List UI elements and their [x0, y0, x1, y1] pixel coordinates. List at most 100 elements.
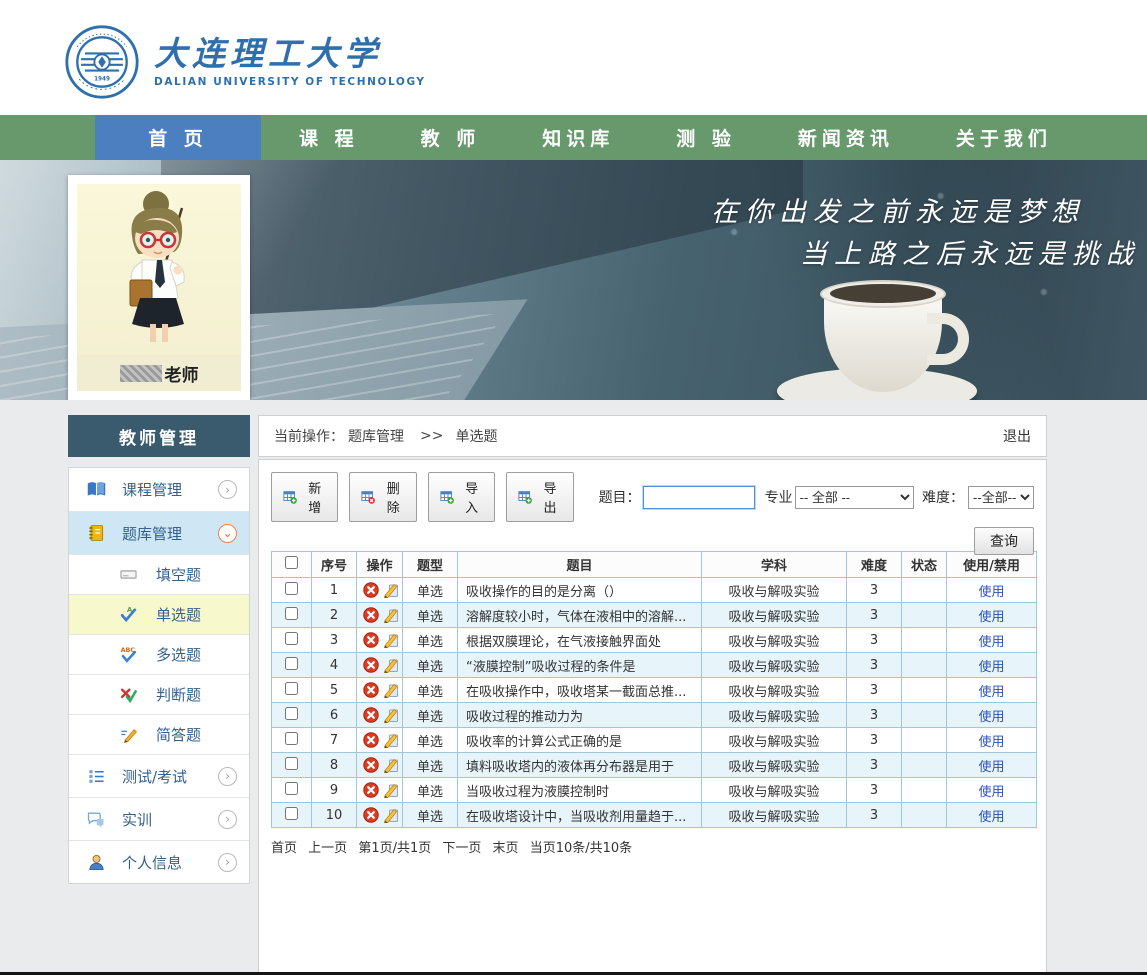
row-checkbox[interactable]	[285, 782, 298, 795]
row-usage-link[interactable]: 使用	[978, 760, 1004, 775]
edit-row-icon[interactable]	[383, 707, 399, 723]
row-checkbox[interactable]	[285, 657, 298, 670]
edit-row-icon[interactable]	[383, 782, 399, 798]
delete-row-icon[interactable]	[363, 757, 379, 773]
row-subject: 吸收与解吸实验	[702, 753, 847, 778]
row-usage-link[interactable]: 使用	[978, 735, 1004, 750]
pagination-prev[interactable]: 上一页	[308, 841, 347, 856]
sidebar-item-fill-blank[interactable]: 填空题	[69, 554, 249, 594]
pagination-first[interactable]: 首页	[271, 841, 297, 856]
row-checkbox[interactable]	[285, 582, 298, 595]
row-operations	[357, 728, 403, 753]
import-table-icon	[440, 489, 454, 505]
sidebar-item-short-answer[interactable]: 简答题	[69, 714, 249, 754]
row-usage-link[interactable]: 使用	[978, 635, 1004, 650]
sidebar-item-multi-choice[interactable]: ABC 多选题	[69, 634, 249, 674]
delete-row-icon[interactable]	[363, 707, 379, 723]
logout-button[interactable]: 退出	[1003, 426, 1031, 446]
delete-button[interactable]: 删除	[349, 472, 416, 522]
row-usage-link[interactable]: 使用	[978, 585, 1004, 600]
row-usage-link[interactable]: 使用	[978, 785, 1004, 800]
breadcrumb-current[interactable]: 单选题	[455, 426, 497, 446]
row-checkbox[interactable]	[285, 807, 298, 820]
edit-row-icon[interactable]	[383, 657, 399, 673]
delete-row-icon[interactable]	[363, 682, 379, 698]
pagination-next[interactable]: 下一页	[442, 841, 481, 856]
difficulty-filter-select[interactable]: --全部--	[968, 486, 1034, 509]
nav-item-courses[interactable]: 课 程	[275, 115, 383, 160]
row-title: 在吸收塔设计中，当吸收剂用量趋于...	[458, 803, 702, 828]
main-nav: 首 页 课 程 教 师 知识库 测 验 新闻资讯 关于我们	[0, 115, 1147, 160]
nav-item-about[interactable]: 关于我们	[932, 115, 1076, 160]
sidebar-item-training[interactable]: 实训 ›	[69, 797, 249, 840]
delete-row-icon[interactable]	[363, 632, 379, 648]
row-usage-link[interactable]: 使用	[978, 610, 1004, 625]
screen: 1949 大连理工大学 DALIAN UNIVERSITY OF TECHNOL…	[0, 0, 1147, 975]
edit-row-icon[interactable]	[383, 757, 399, 773]
import-button[interactable]: 导入	[428, 472, 495, 522]
row-checkbox[interactable]	[285, 732, 298, 745]
sidebar-item-judge[interactable]: 判断题	[69, 674, 249, 714]
university-logo: 1949 大连理工大学 DALIAN UNIVERSITY OF TECHNOL…	[64, 24, 426, 100]
breadcrumb-section[interactable]: 题库管理	[348, 426, 404, 446]
toolbar: 新增 删除 导入 导出 题目：	[271, 472, 1034, 522]
row-usage-link[interactable]: 使用	[978, 810, 1004, 825]
sidebar-item-single-choice[interactable]: A 单选题	[69, 594, 249, 634]
edit-row-icon[interactable]	[383, 607, 399, 623]
row-usage-link[interactable]: 使用	[978, 660, 1004, 675]
major-filter-select[interactable]: -- 全部 --	[795, 486, 914, 509]
sidebar-item-personal-info[interactable]: 个人信息 ›	[69, 840, 249, 883]
row-title: 在吸收操作中，吸收塔某一截面总推...	[458, 678, 702, 703]
select-all-checkbox[interactable]	[285, 556, 298, 569]
row-status	[902, 653, 947, 678]
sidebar-item-test-exam[interactable]: 测试/考试 ›	[69, 754, 249, 797]
edit-row-icon[interactable]	[383, 582, 399, 598]
row-checkbox[interactable]	[285, 707, 298, 720]
edit-row-icon[interactable]	[383, 682, 399, 698]
pagination: 首页 上一页 第1页/共1页 下一页 末页 当页10条/共10条	[271, 837, 1034, 856]
row-type: 单选	[403, 603, 458, 628]
row-operations	[357, 653, 403, 678]
sidebar-item-course-management[interactable]: 课程管理 ›	[69, 468, 249, 511]
export-button[interactable]: 导出	[506, 472, 573, 522]
delete-row-icon[interactable]	[363, 732, 379, 748]
quote-line-1: 在你出发之前永远是梦想	[711, 192, 1085, 234]
table-row: 1 单选 吸收操作的目的是分离（） 吸收与解吸实验 3 使用	[272, 578, 1037, 603]
title-filter-input[interactable]	[643, 486, 755, 509]
delete-row-icon[interactable]	[363, 807, 379, 823]
delete-row-icon[interactable]	[363, 657, 379, 673]
query-button[interactable]: 查询	[974, 527, 1034, 555]
add-button[interactable]: 新增	[271, 472, 338, 522]
row-difficulty: 3	[847, 803, 902, 828]
row-operations	[357, 703, 403, 728]
nav-item-news[interactable]: 新闻资讯	[774, 115, 918, 160]
nav-item-teachers[interactable]: 教 师	[397, 115, 505, 160]
row-status	[902, 628, 947, 653]
sidebar: 教师管理 课程管理 › 题库管理 ⌄	[68, 415, 250, 884]
nav-item-home[interactable]: 首 页	[95, 115, 261, 160]
row-difficulty: 3	[847, 603, 902, 628]
pagination-last[interactable]: 末页	[493, 841, 519, 856]
table-row: 8 单选 填料吸收塔内的液体再分布器是用于 吸收与解吸实验 3 使用	[272, 753, 1037, 778]
row-checkbox[interactable]	[285, 607, 298, 620]
row-usage-link[interactable]: 使用	[978, 685, 1004, 700]
edit-row-icon[interactable]	[383, 732, 399, 748]
delete-row-icon[interactable]	[363, 782, 379, 798]
delete-row-icon[interactable]	[363, 582, 379, 598]
row-checkbox[interactable]	[285, 632, 298, 645]
nav-item-quiz[interactable]: 测 验	[652, 115, 760, 160]
delete-row-icon[interactable]	[363, 607, 379, 623]
row-subject: 吸收与解吸实验	[702, 578, 847, 603]
edit-row-icon[interactable]	[383, 807, 399, 823]
row-checkbox[interactable]	[285, 682, 298, 695]
university-seal-icon: 1949	[64, 24, 140, 100]
teacher-profile-card: 老师	[68, 175, 250, 400]
nav-item-knowledge-base[interactable]: 知识库	[518, 115, 638, 160]
row-title: 填料吸收塔内的液体再分布器是用于	[458, 753, 702, 778]
row-type: 单选	[403, 803, 458, 828]
row-operations	[357, 678, 403, 703]
edit-row-icon[interactable]	[383, 632, 399, 648]
sidebar-item-question-bank[interactable]: 题库管理 ⌄	[69, 511, 249, 554]
row-usage-link[interactable]: 使用	[978, 710, 1004, 725]
row-checkbox[interactable]	[285, 757, 298, 770]
